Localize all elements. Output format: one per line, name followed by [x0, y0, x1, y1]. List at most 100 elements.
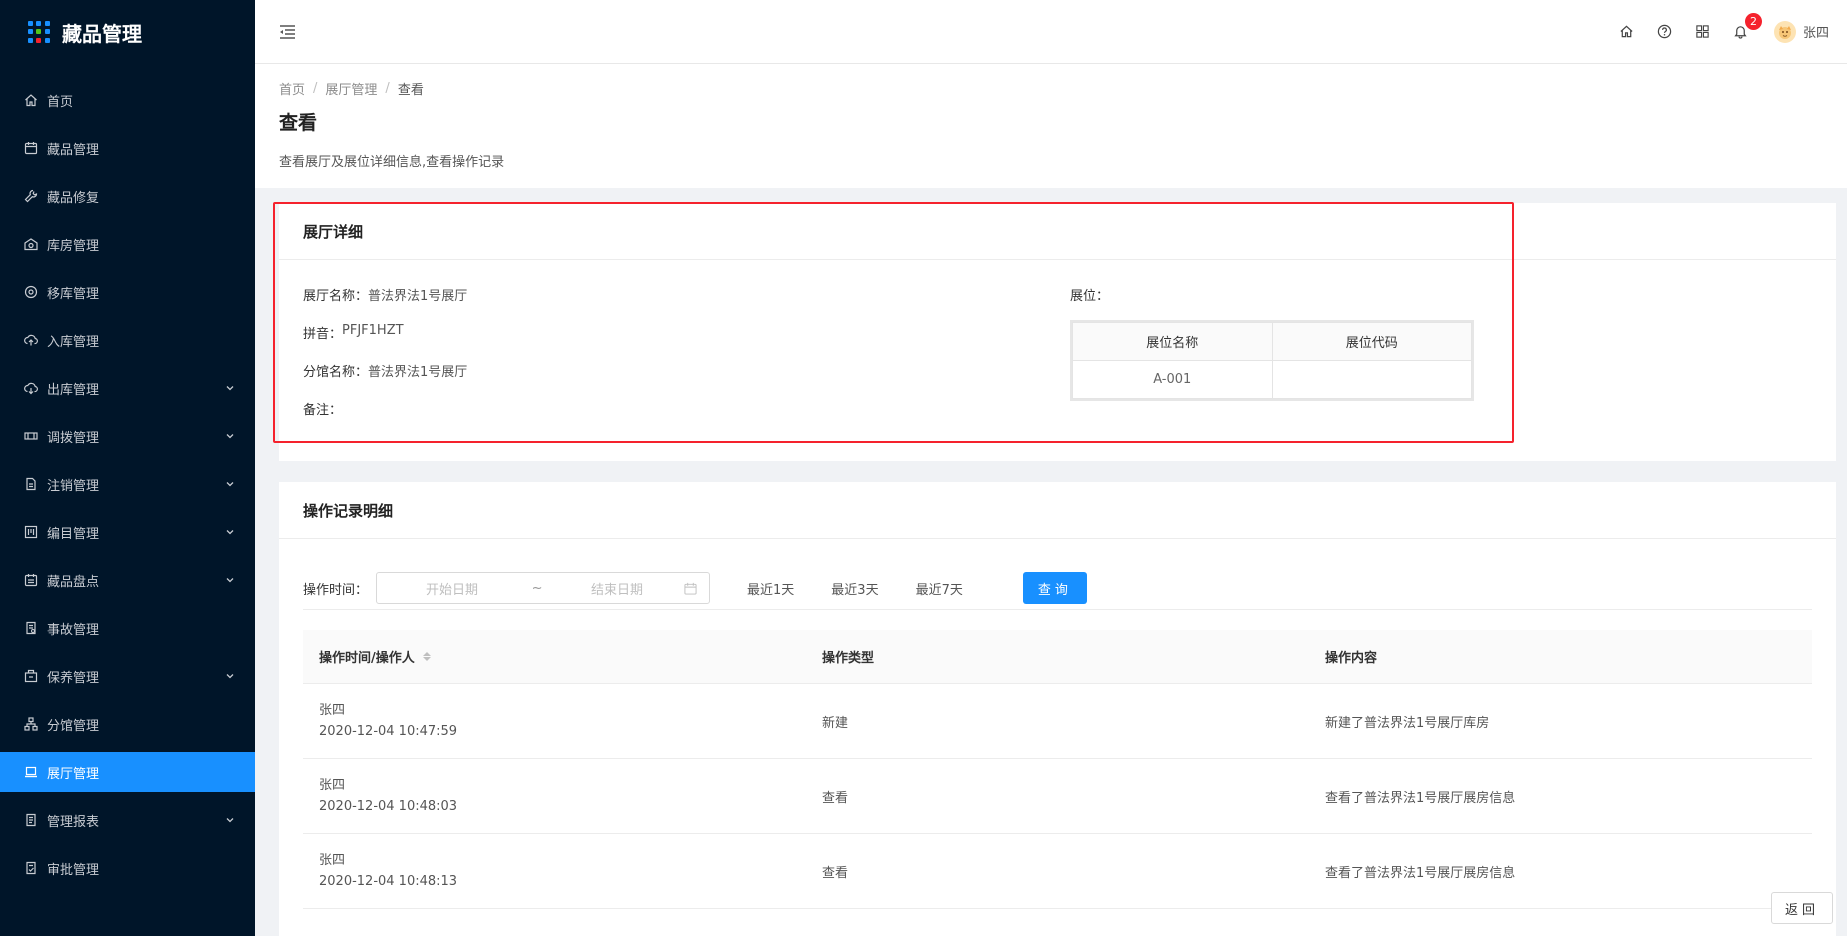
sidebar-item[interactable]: 调拨管理 — [0, 416, 255, 456]
hall-detail-fields: 展厅名称： 普法界法1号展厅 拼音： PFJF1HZT 分馆名称： 普法界法1号… — [303, 285, 467, 437]
breadcrumb-hall-management[interactable]: 展厅管理 — [325, 79, 377, 98]
sidebar-item-label: 首页 — [47, 94, 74, 110]
sidebar-item-label: 库房管理 — [47, 238, 100, 254]
query-button[interactable]: 查询 — [1022, 572, 1087, 604]
sidebar-item[interactable]: 保养管理 — [0, 656, 255, 696]
breadcrumb-home[interactable]: 首页 — [279, 79, 305, 98]
home-icon[interactable] — [1618, 23, 1636, 41]
sidebar-item-label: 入库管理 — [47, 334, 100, 350]
quick-range-1day[interactable]: 最近1天 — [747, 579, 794, 598]
sidebar-item[interactable]: 展厅管理 — [0, 752, 255, 792]
cell-op-type: 查看 — [822, 790, 849, 806]
breadcrumb-current: 查看 — [397, 83, 424, 98]
position-code-header: 展位代码 — [1271, 322, 1472, 361]
sidebar-item-label: 藏品盘点 — [47, 574, 100, 590]
sidebar-item[interactable]: 藏品盘点 — [0, 560, 255, 600]
position-name-cell: A-001 — [1072, 360, 1273, 399]
column-op-content: 操作内容 — [1325, 651, 1378, 666]
sidebar-item[interactable]: 库房管理 — [0, 224, 255, 264]
back-button[interactable]: 返回 — [1771, 892, 1833, 924]
sidebar-item[interactable]: 事故管理 — [0, 608, 255, 648]
position-table: 展位名称 展位代码 A-001 — [1072, 322, 1472, 399]
sidebar-item[interactable]: 藏品修复 — [0, 176, 255, 216]
exchange-icon — [24, 429, 38, 443]
brand[interactable]: 藏品管理 — [0, 0, 255, 64]
chevron-down-icon[interactable] — [225, 575, 235, 585]
sidebar-item[interactable]: 出库管理 — [0, 368, 255, 408]
filter-row: 操作时间： 开始日期 ~ 结束日期 最近1天 最近3天 最近7天 查询 — [303, 572, 1087, 604]
breadcrumb-separator: / — [313, 81, 318, 96]
cell-op-type: 查看 — [822, 865, 849, 881]
sort-icon[interactable] — [422, 652, 431, 661]
chevron-down-icon[interactable] — [225, 431, 235, 441]
sidebar-item[interactable]: 审批管理 — [0, 848, 255, 888]
sidebar-item[interactable]: 分馆管理 — [0, 704, 255, 744]
start-date-input[interactable]: 开始日期 — [377, 579, 527, 598]
sidebar-item[interactable]: 移库管理 — [0, 272, 255, 312]
page-title: 查看 — [279, 112, 318, 134]
date-range-picker[interactable]: 开始日期 ~ 结束日期 — [376, 572, 711, 604]
cell-op-content: 查看了普法界法1号展厅展房信息 — [1325, 865, 1516, 881]
calendar-icon — [24, 141, 38, 155]
apps-logo-icon — [28, 21, 50, 43]
approval-icon — [24, 861, 38, 875]
field-label: 备注： — [303, 403, 343, 418]
wrench-icon — [24, 189, 38, 203]
field-value: 普法界法1号展厅 — [368, 365, 468, 380]
sidebar-item[interactable]: 编目管理 — [0, 512, 255, 552]
laptop-icon — [24, 765, 38, 779]
home-icon — [24, 93, 38, 107]
table-row: A-001 — [1072, 360, 1472, 399]
position-table-wrap: 展位名称 展位代码 A-001 — [1070, 320, 1474, 401]
apps-icon[interactable] — [1694, 23, 1712, 41]
brand-title: 藏品管理 — [62, 21, 142, 46]
field-hall-name: 展厅名称： 普法界法1号展厅 — [303, 285, 467, 304]
notification-badge: 2 — [1744, 12, 1762, 30]
quick-range-3days[interactable]: 最近3天 — [831, 579, 878, 598]
operation-log-table: 操作时间/操作人 操作类型 操作内容 张四 2020-12-04 10:47:59… — [303, 630, 1812, 909]
chevron-down-icon[interactable] — [225, 671, 235, 681]
sidebar-item-label: 注销管理 — [47, 478, 100, 494]
field-label: 展厅名称： — [303, 289, 369, 304]
help-icon[interactable] — [1656, 23, 1674, 41]
breadcrumb: 首页 / 展厅管理 / 查看 — [279, 79, 1823, 98]
bell-icon[interactable]: 2 — [1732, 12, 1762, 41]
page-header: 首页 / 展厅管理 / 查看 查看 查看展厅及展位详细信息,查看操作记录 — [255, 64, 1847, 188]
chevron-down-icon[interactable] — [225, 479, 235, 489]
sidebar-item-label: 保养管理 — [47, 670, 100, 686]
user-menu[interactable]: 张四 — [1773, 20, 1829, 43]
transfer-icon — [24, 285, 38, 299]
sidebar-item-label: 展厅管理 — [47, 766, 100, 782]
field-value: PFJF1HZT — [342, 323, 404, 338]
sidebar-item-label: 事故管理 — [47, 622, 100, 638]
sidebar-item-label: 管理报表 — [47, 814, 100, 830]
field-label: 拼音： — [303, 327, 343, 342]
column-time-operator[interactable]: 操作时间/操作人 — [303, 647, 806, 666]
cell-time-operator: 张四 2020-12-04 10:48:03 — [303, 775, 806, 817]
operation-time: 2020-12-04 10:48:03 — [319, 799, 458, 814]
sidebar-item-label: 出库管理 — [47, 382, 100, 398]
hall-detail-card: 展厅详细 展厅名称： 普法界法1号展厅 拼音： PFJF1HZT 分馆名称： 普… — [279, 203, 1836, 461]
end-date-input[interactable]: 结束日期 — [547, 579, 687, 598]
chevron-down-icon[interactable] — [225, 383, 235, 393]
operation-log-card: 操作记录明细 操作时间： 开始日期 ~ 结束日期 最近1天 最近3天 最近7天 … — [279, 482, 1836, 936]
field-value: 普法界法1号展厅 — [368, 289, 468, 304]
sidebar: 藏品管理 首页 藏品管理 藏品修复 库房管理 移库管理 入库管理 出库管理 调拨管理 注销管理编… — [0, 0, 255, 936]
field-remark: 备注： — [303, 399, 467, 418]
chevron-down-icon[interactable] — [225, 527, 235, 537]
cell-op-content: 查看了普法界法1号展厅展房信息 — [1325, 790, 1516, 806]
menu-fold-icon[interactable] — [277, 22, 297, 42]
range-separator: ~ — [531, 580, 543, 596]
operator-name: 张四 — [319, 703, 346, 718]
upload-icon — [24, 333, 38, 347]
operator-name: 张四 — [319, 778, 346, 793]
chevron-down-icon[interactable] — [225, 815, 235, 825]
quick-range-7days[interactable]: 最近7天 — [916, 579, 963, 598]
column-label: 操作时间/操作人 — [319, 651, 415, 666]
sidebar-item[interactable]: 注销管理 — [0, 464, 255, 504]
sidebar-item[interactable]: 入库管理 — [0, 320, 255, 360]
sidebar-item[interactable]: 藏品管理 — [0, 128, 255, 168]
sidebar-item[interactable]: 管理报表 — [0, 800, 255, 840]
warehouse-icon — [24, 237, 38, 251]
sidebar-item[interactable]: 首页 — [0, 80, 255, 120]
